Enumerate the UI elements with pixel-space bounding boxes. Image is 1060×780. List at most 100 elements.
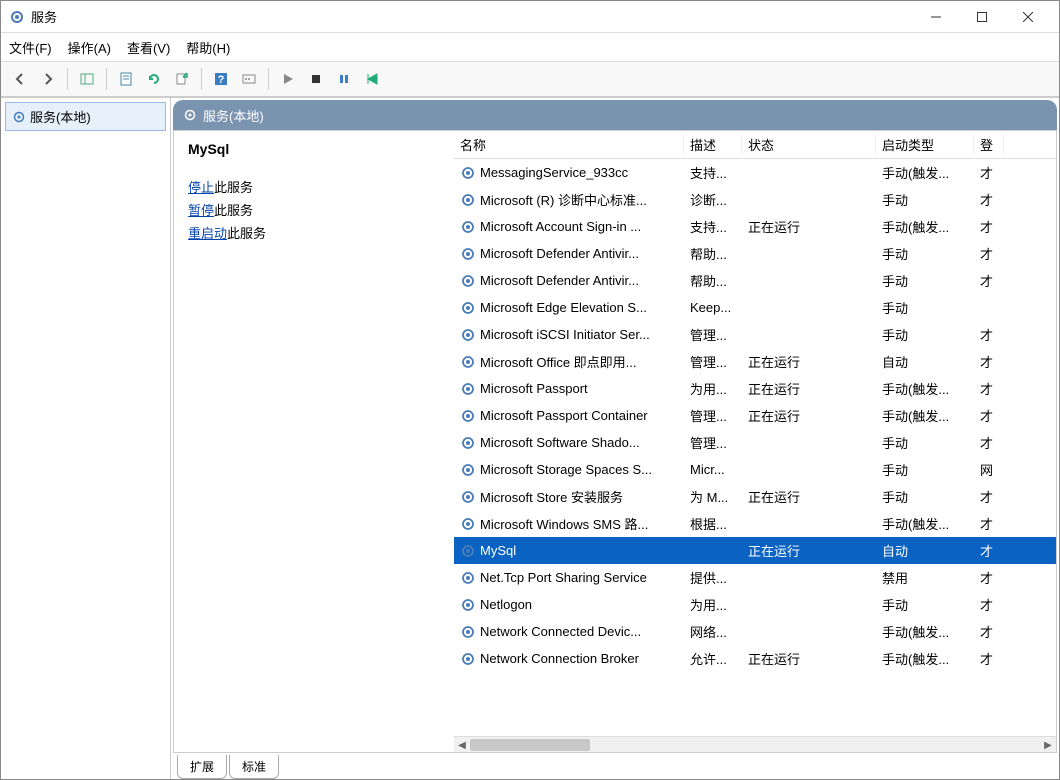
service-logon: 才 <box>974 217 1004 236</box>
service-startup: 手动 <box>876 244 974 263</box>
manage-button[interactable] <box>236 66 262 92</box>
service-logon: 才 <box>974 541 1004 560</box>
service-startup: 手动(触发... <box>876 217 974 236</box>
refresh-button[interactable] <box>141 66 167 92</box>
list-body[interactable]: MessagingService_933cc支持...手动(触发...才Micr… <box>454 159 1056 736</box>
service-row[interactable]: Microsoft Account Sign-in ...支持...正在运行手动… <box>454 213 1056 240</box>
service-startup: 手动(触发... <box>876 514 974 533</box>
stop-suffix: 此服务 <box>214 180 253 195</box>
tab-standard[interactable]: 标准 <box>229 755 279 779</box>
tab-extended[interactable]: 扩展 <box>177 755 227 779</box>
service-desc: 管理... <box>684 352 742 371</box>
service-row[interactable]: Network Connected Devic...网络...手动(触发...才 <box>454 618 1056 645</box>
restart-suffix: 此服务 <box>227 226 266 241</box>
export-button[interactable] <box>169 66 195 92</box>
right-pane: 服务(本地) MySql 停止此服务 暂停此服务 重启动此服务 <box>171 98 1059 779</box>
service-row[interactable]: MySql正在运行自动才 <box>454 537 1056 564</box>
service-row[interactable]: Microsoft Passport Container管理...正在运行手动(… <box>454 402 1056 429</box>
bottom-tabs: 扩展 标准 <box>171 753 1059 779</box>
service-startup: 自动 <box>876 352 974 371</box>
titlebar: 服务 <box>1 1 1059 33</box>
list-header: 名称 描述 状态 启动类型 登 <box>454 131 1056 159</box>
stop-link[interactable]: 停止 <box>188 180 214 195</box>
service-name: MessagingService_933cc <box>480 165 628 180</box>
service-icon <box>460 327 476 343</box>
service-startup: 手动(触发... <box>876 163 974 182</box>
pause-service-button[interactable] <box>331 66 357 92</box>
tree-item-label: 服务(本地) <box>30 107 91 126</box>
close-button[interactable] <box>1005 2 1051 32</box>
service-row[interactable]: Microsoft Office 即点即用...管理...正在运行自动才 <box>454 348 1056 375</box>
service-name: MySql <box>480 543 516 558</box>
services-window: 服务 文件(F) 操作(A) 查看(V) 帮助(H) ? <box>0 0 1060 780</box>
back-button[interactable] <box>7 66 33 92</box>
action-restart-row: 重启动此服务 <box>188 223 440 242</box>
service-row[interactable]: Microsoft Storage Spaces S...Micr...手动网 <box>454 456 1056 483</box>
service-logon: 才 <box>974 568 1004 587</box>
service-icon <box>460 273 476 289</box>
help-button[interactable]: ? <box>208 66 234 92</box>
service-icon <box>460 381 476 397</box>
show-hide-tree-button[interactable] <box>74 66 100 92</box>
service-name: Network Connection Broker <box>480 651 639 666</box>
service-name: Microsoft Passport <box>480 381 588 396</box>
col-header-status[interactable]: 状态 <box>742 135 876 154</box>
menu-action[interactable]: 操作(A) <box>68 38 111 57</box>
service-desc: 诊断... <box>684 190 742 209</box>
service-icon <box>460 435 476 451</box>
menu-help[interactable]: 帮助(H) <box>186 38 230 57</box>
restart-service-button[interactable] <box>359 66 385 92</box>
service-icon <box>460 570 476 586</box>
scroll-right-arrow[interactable]: ▶ <box>1040 737 1056 752</box>
tree-item-services-local[interactable]: 服务(本地) <box>5 102 166 131</box>
service-desc: 为用... <box>684 379 742 398</box>
forward-button[interactable] <box>35 66 61 92</box>
service-row[interactable]: Netlogon为用...手动才 <box>454 591 1056 618</box>
service-startup: 手动(触发... <box>876 379 974 398</box>
col-header-logon[interactable]: 登 <box>974 135 1004 154</box>
scroll-thumb[interactable] <box>470 739 590 751</box>
service-row[interactable]: Microsoft Windows SMS 路...根据...手动(触发...才 <box>454 510 1056 537</box>
service-logon: 才 <box>974 487 1004 506</box>
service-name: Network Connected Devic... <box>480 624 641 639</box>
service-row[interactable]: Network Connection Broker允许...正在运行手动(触发.… <box>454 645 1056 672</box>
start-service-button[interactable] <box>275 66 301 92</box>
service-startup: 手动 <box>876 595 974 614</box>
service-logon: 才 <box>974 406 1004 425</box>
stop-service-button[interactable] <box>303 66 329 92</box>
separator <box>67 68 68 90</box>
col-header-desc[interactable]: 描述 <box>684 135 742 154</box>
col-header-name[interactable]: 名称 <box>454 135 684 154</box>
service-status: 正在运行 <box>742 379 876 398</box>
scroll-left-arrow[interactable]: ◀ <box>454 737 470 752</box>
service-row[interactable]: Microsoft Store 安装服务为 M...正在运行手动才 <box>454 483 1056 510</box>
col-header-startup[interactable]: 启动类型 <box>876 135 974 154</box>
service-startup: 手动(触发... <box>876 649 974 668</box>
service-desc: Micr... <box>684 462 742 477</box>
pause-link[interactable]: 暂停 <box>188 203 214 218</box>
service-desc: 允许... <box>684 649 742 668</box>
service-row[interactable]: Microsoft Defender Antivir...帮助...手动才 <box>454 267 1056 294</box>
service-desc: 帮助... <box>684 244 742 263</box>
service-row[interactable]: Microsoft Defender Antivir...帮助...手动才 <box>454 240 1056 267</box>
minimize-button[interactable] <box>913 2 959 32</box>
menu-view[interactable]: 查看(V) <box>127 38 170 57</box>
service-row[interactable]: Net.Tcp Port Sharing Service提供...禁用才 <box>454 564 1056 591</box>
restart-link[interactable]: 重启动 <box>188 226 227 241</box>
properties-button[interactable] <box>113 66 139 92</box>
service-row[interactable]: Microsoft iSCSI Initiator Ser...管理...手动才 <box>454 321 1056 348</box>
service-row[interactable]: Microsoft Software Shado...管理...手动才 <box>454 429 1056 456</box>
service-desc: 支持... <box>684 163 742 182</box>
service-status: 正在运行 <box>742 487 876 506</box>
service-desc: 为用... <box>684 595 742 614</box>
service-row[interactable]: Microsoft Edge Elevation S...Keep...手动 <box>454 294 1056 321</box>
service-row[interactable]: Microsoft (R) 诊断中心标准...诊断...手动才 <box>454 186 1056 213</box>
service-row[interactable]: Microsoft Passport为用...正在运行手动(触发...才 <box>454 375 1056 402</box>
detail-panel: MySql 停止此服务 暂停此服务 重启动此服务 <box>174 131 454 752</box>
horizontal-scrollbar[interactable]: ◀ ▶ <box>454 736 1056 752</box>
service-logon: 才 <box>974 433 1004 452</box>
menu-file[interactable]: 文件(F) <box>9 38 52 57</box>
service-logon: 网 <box>974 460 1004 479</box>
service-row[interactable]: MessagingService_933cc支持...手动(触发...才 <box>454 159 1056 186</box>
maximize-button[interactable] <box>959 2 1005 32</box>
